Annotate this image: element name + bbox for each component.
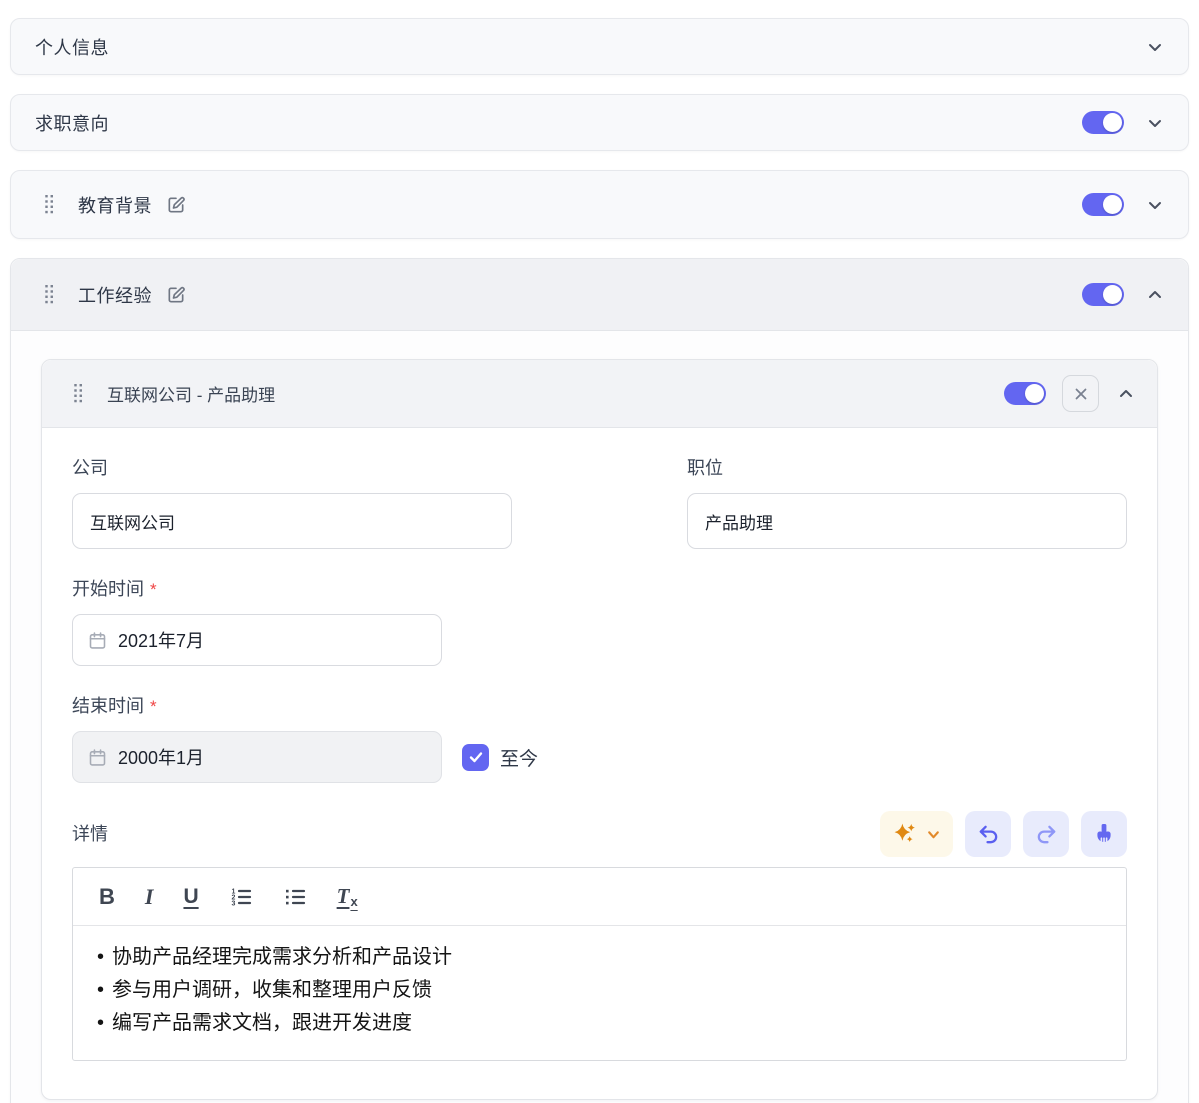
section-title: 工作经验 (78, 282, 152, 308)
section-education[interactable]: 教育背景 (10, 170, 1189, 239)
drag-handle-icon[interactable] (74, 384, 83, 403)
required-asterisk: * (150, 580, 157, 599)
redo-icon (1035, 823, 1058, 846)
chevron-down-icon (926, 827, 941, 842)
company-label: 公司 (72, 456, 512, 481)
position-field-group: 职位 (687, 456, 1127, 549)
position-input[interactable] (687, 493, 1127, 549)
required-asterisk: * (150, 697, 157, 716)
section-job-intention[interactable]: 求职意向 (10, 94, 1189, 151)
clear-format-button[interactable]: Tx (337, 884, 357, 909)
section-title: 个人信息 (35, 34, 109, 60)
edit-icon[interactable] (166, 195, 186, 215)
section-title: 教育背景 (78, 192, 152, 218)
chevron-down-icon[interactable] (1146, 38, 1164, 56)
drag-handle-icon[interactable] (45, 285, 54, 304)
italic-button[interactable]: I (145, 884, 154, 910)
end-date-label: 结束时间* (72, 694, 1127, 719)
bullet-marker: • (97, 974, 104, 1007)
company-input[interactable] (72, 493, 512, 549)
bullet-marker: • (97, 1007, 104, 1040)
bullet-marker: • (97, 941, 104, 974)
toggle-knob (1103, 285, 1122, 304)
entry-title: 互联网公司 - 产品助理 (107, 381, 275, 406)
resume-editor: 个人信息 求职意向 教育背景 工作经 (0, 0, 1199, 1103)
start-date-value: 2021年7月 (118, 627, 204, 653)
detail-header-row: 详情 (72, 811, 1127, 857)
start-date-label: 开始时间* (72, 577, 1127, 602)
end-date-group: 结束时间* 2000年1月 至今 (72, 694, 1127, 783)
editor-toolbar: B I U 123 Tx (73, 868, 1126, 926)
edit-icon[interactable] (166, 285, 186, 305)
sparkles-icon (892, 821, 918, 847)
company-field-group: 公司 (72, 456, 512, 549)
chevron-up-icon[interactable] (1146, 286, 1164, 304)
section-personal-info[interactable]: 个人信息 (10, 18, 1189, 75)
present-label: 至今 (500, 744, 538, 771)
redo-button[interactable] (1023, 811, 1069, 857)
toggle-knob (1103, 195, 1122, 214)
bold-button[interactable]: B (99, 884, 115, 910)
calendar-icon (87, 747, 108, 768)
work-entry-card: 互联网公司 - 产品助理 公司 (41, 359, 1158, 1100)
chevron-up-icon[interactable] (1117, 385, 1135, 403)
chevron-down-icon[interactable] (1146, 196, 1164, 214)
toggle-knob (1025, 384, 1044, 403)
undo-icon (977, 823, 1000, 846)
start-date-group: 开始时间* 2021年7月 (72, 577, 1127, 666)
section-toggle[interactable] (1082, 283, 1124, 306)
detail-toolbar (880, 811, 1127, 857)
ai-polish-button[interactable] (880, 811, 953, 857)
end-date-picker: 2000年1月 (72, 731, 442, 783)
work-section-body: 互联网公司 - 产品助理 公司 (11, 331, 1188, 1103)
section-toggle[interactable] (1082, 111, 1124, 134)
position-label: 职位 (687, 456, 1127, 481)
start-date-picker[interactable]: 2021年7月 (72, 614, 442, 666)
section-title: 求职意向 (35, 110, 109, 136)
section-work-experience: 工作经验 互联网公司 - 产品助理 (10, 258, 1189, 1103)
work-entry-header[interactable]: 互联网公司 - 产品助理 (42, 360, 1157, 428)
bullet-list-button[interactable] (283, 885, 307, 909)
undo-button[interactable] (965, 811, 1011, 857)
bullet-item: •协助产品经理完成需求分析和产品设计 (97, 941, 1102, 974)
bullet-item: •参与用户调研，收集和整理用户反馈 (97, 974, 1102, 1007)
bullet-item: •编写产品需求文档，跟进开发进度 (97, 1007, 1102, 1040)
drag-handle-icon[interactable] (45, 195, 54, 214)
rich-text-editor: B I U 123 Tx (72, 867, 1127, 1061)
editor-content[interactable]: •协助产品经理完成需求分析和产品设计 •参与用户调研，收集和整理用户反馈 •编写… (73, 926, 1126, 1060)
brush-icon (1092, 822, 1116, 846)
ordered-list-button[interactable]: 123 (229, 885, 253, 909)
clean-format-brush-button[interactable] (1081, 811, 1127, 857)
work-entry-body: 公司 职位 开始时间* (42, 428, 1157, 1099)
entry-toggle[interactable] (1004, 382, 1046, 405)
detail-label: 详情 (72, 822, 108, 847)
section-toggle[interactable] (1082, 193, 1124, 216)
svg-text:3: 3 (231, 900, 235, 907)
present-checkbox[interactable] (462, 744, 489, 771)
underline-button[interactable]: U (183, 885, 198, 909)
chevron-down-icon[interactable] (1146, 114, 1164, 132)
delete-entry-button[interactable] (1062, 375, 1099, 412)
work-section-header[interactable]: 工作经验 (11, 259, 1188, 331)
calendar-icon (87, 630, 108, 651)
toggle-knob (1103, 113, 1122, 132)
end-date-value: 2000年1月 (118, 744, 204, 770)
